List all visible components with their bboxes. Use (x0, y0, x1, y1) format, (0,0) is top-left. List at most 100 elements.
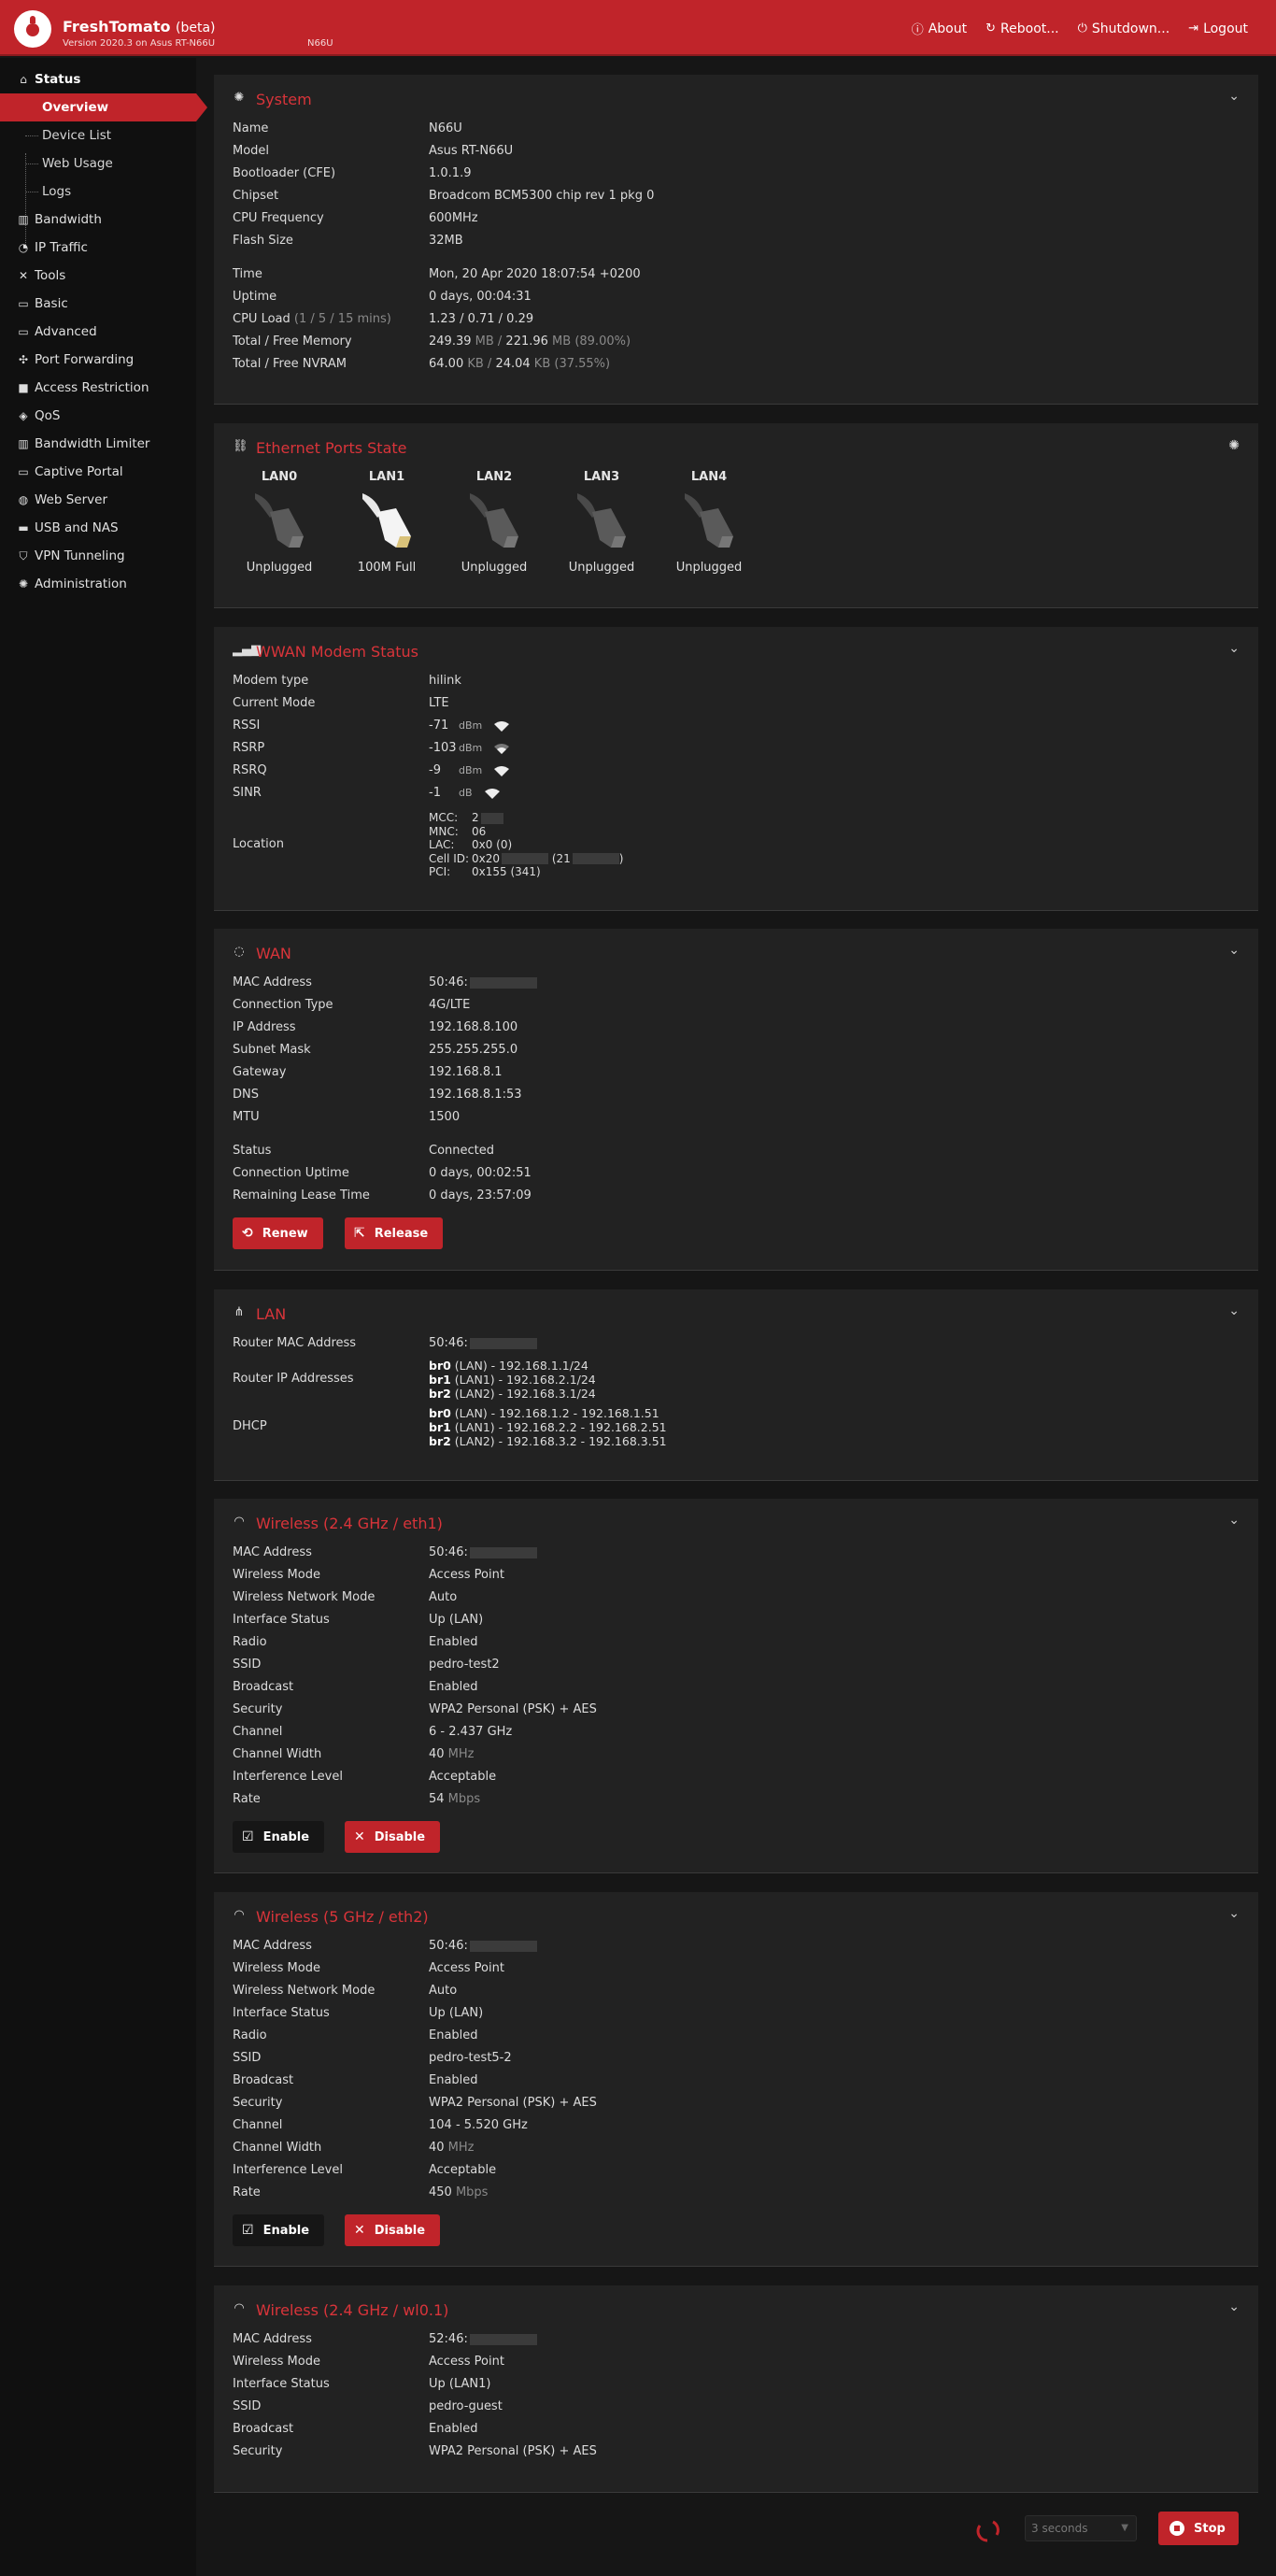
row-label: Subnet Mask (233, 1043, 311, 1057)
row-label: Status (233, 1144, 272, 1158)
refresh-interval-select[interactable]: 3 seconds ▼ (1025, 2515, 1137, 2541)
row-value: Up (LAN) (429, 1613, 484, 1627)
row-label: Interface Status (233, 2006, 330, 2020)
section-header[interactable]: ▂▄▆ WWAN Modem Status ⌄ (214, 627, 1258, 674)
nav-port-forwarding[interactable]: ✣ Port Forwarding (0, 346, 196, 374)
section-header[interactable]: ◠ Wireless (2.4 GHz / wl0.1) ⌄ (214, 2285, 1258, 2332)
port-label: LAN1 (368, 470, 405, 484)
globe-icon: ◌ (234, 945, 245, 959)
wireless-5-section: ◠ Wireless (5 GHz / eth2) ⌄ MAC Address 5… (214, 1892, 1258, 2267)
top-links: ⓘ About ↻ Reboot... ⏻ Shutdown... ⇥ Logout (911, 20, 1248, 38)
about-link[interactable]: ⓘ About (911, 20, 967, 38)
row-label: Name (233, 121, 269, 135)
logout-icon: ⇥ (1188, 21, 1199, 36)
section-header[interactable]: ◌ WAN ⌄ (214, 929, 1258, 975)
section-header[interactable]: ✺ System ⌄ (214, 75, 1258, 121)
chevron-down-icon[interactable]: ⌄ (1228, 1303, 1240, 1318)
info-row: MAC Address 50:46: (233, 1542, 1241, 1564)
nav-ip-traffic[interactable]: ◔ IP Traffic (0, 234, 196, 262)
wifi-icon: ◠ (234, 2301, 245, 2315)
link-icon: ⛓ (233, 439, 248, 453)
nav-vpn[interactable]: ⛉ VPN Tunneling (0, 542, 196, 570)
info-row: Interface Status Up (LAN) (233, 2002, 1241, 2025)
nav-bandwidth[interactable]: ▥ Bandwidth (0, 206, 196, 234)
nav-tools[interactable]: ✕ Tools (0, 262, 196, 290)
enable-button[interactable]: ☑ Enable (233, 1821, 325, 1853)
row-label: Broadcast (233, 1680, 294, 1694)
chevron-down-icon[interactable]: ⌄ (1228, 943, 1240, 958)
row-value: 192.168.8.1 (429, 1065, 503, 1079)
row-label: Security (233, 1702, 283, 1716)
reboot-link[interactable]: ↻ Reboot... (985, 20, 1058, 37)
nav-web-usage[interactable]: Web Usage (0, 149, 196, 178)
row-value: -9 dBm (429, 760, 510, 782)
bar-chart-icon: ▥ (18, 213, 29, 226)
row-label: Radio (233, 2028, 267, 2042)
nav-overview[interactable]: Overview (0, 93, 207, 121)
port-lan3: LAN3 Unplugged (549, 470, 654, 575)
section-header[interactable]: ◠ Wireless (5 GHz / eth2) ⌄ (214, 1892, 1258, 1939)
info-row: SSID pedro-guest (233, 2396, 1241, 2418)
nav-usb-nas[interactable]: ▬ USB and NAS (0, 514, 196, 542)
release-button[interactable]: ⇱ Release (345, 1217, 444, 1249)
renew-button[interactable]: ⟲ Renew (233, 1217, 323, 1249)
info-row: Interface Status Up (LAN) (233, 1609, 1241, 1631)
nav-bandwidth-limiter[interactable]: ▥ Bandwidth Limiter (0, 430, 196, 458)
chevron-down-icon[interactable]: ⌄ (1228, 2299, 1240, 2314)
shield-icon: ⛉ (19, 548, 28, 562)
nav-qos[interactable]: ◈ QoS (0, 402, 196, 430)
info-row: Channel Width 40 MHz (233, 1743, 1241, 1766)
info-row: MAC Address 52:46: (233, 2328, 1241, 2351)
chevron-down-icon[interactable]: ⌄ (1228, 1513, 1240, 1528)
row-value: 64.00 KB / 24.04 KB (37.55%) (429, 357, 611, 371)
shutdown-link[interactable]: ⏻ Shutdown... (1078, 20, 1170, 37)
router-ip-list: br0 (LAN) - 192.168.1.1/24 br1 (LAN1) - … (429, 1359, 596, 1401)
info-row: Connection Type 4G/LTE (233, 994, 1241, 1017)
ip-entry: br1 (LAN1) - 192.168.2.1/24 (429, 1373, 596, 1387)
nav-status[interactable]: ⌂ Status (0, 65, 196, 93)
nav-basic[interactable]: ▭ Basic (0, 290, 196, 318)
nav-captive-portal[interactable]: ▭ Captive Portal (0, 458, 196, 486)
drive-icon: ▭ (18, 465, 29, 478)
section-header[interactable]: ⋔ LAN ⌄ (214, 1289, 1258, 1336)
row-label: Remaining Lease Time (233, 1188, 370, 1203)
row-label: CPU Frequency (233, 211, 324, 225)
nav-web-server[interactable]: ◍ Web Server (0, 486, 196, 514)
chevron-down-icon[interactable]: ⌄ (1228, 641, 1240, 656)
row-value: 50:46: (429, 1332, 537, 1355)
enable-button[interactable]: ☑ Enable (233, 2214, 325, 2246)
disable-button[interactable]: ✕ Disable (345, 1821, 441, 1853)
section-header[interactable]: ◠ Wireless (2.4 GHz / eth1) ⌄ (214, 1499, 1258, 1545)
section-title: Wireless (2.4 GHz / wl0.1) (256, 2301, 449, 2319)
tomato-logo-icon[interactable] (14, 10, 51, 48)
nav-administration[interactable]: ✺ Administration (0, 570, 196, 598)
row-value: 54 Mbps (429, 1792, 481, 1806)
section-title: Wireless (5 GHz / eth2) (256, 1908, 429, 1926)
stop-icon (1170, 2521, 1184, 2536)
row-value: 0 days, 00:02:51 (429, 1166, 532, 1180)
checkbox-icon: ☑ (242, 2223, 254, 2238)
disable-button[interactable]: ✕ Disable (345, 2214, 441, 2246)
row-value: Acceptable (429, 2163, 497, 2177)
row-value: Auto (429, 1590, 458, 1604)
info-row: RSRQ -9 dBm (233, 760, 1241, 782)
row-value: 0 days, 23:57:09 (429, 1188, 532, 1203)
row-label: Wireless Network Mode (233, 1984, 376, 1998)
chevron-down-icon[interactable]: ⌄ (1228, 1906, 1240, 1921)
info-row: Current Mode LTE (233, 692, 1241, 715)
row-value: -1 dB (429, 782, 501, 804)
stop-button[interactable]: Stop (1158, 2512, 1239, 2545)
row-value: Enabled (429, 1680, 478, 1694)
info-row: Wireless Mode Access Point (233, 1564, 1241, 1587)
nav-device-list[interactable]: Device List (0, 121, 196, 149)
info-row: Subnet Mask 255.255.255.0 (233, 1039, 1241, 1061)
info-icon: ⓘ (911, 23, 924, 37)
nav-advanced[interactable]: ▭ Advanced (0, 318, 196, 346)
nav-access-restriction[interactable]: ■ Access Restriction (0, 374, 196, 402)
gear-icon[interactable]: ✺ (1228, 438, 1240, 453)
logout-link[interactable]: ⇥ Logout (1188, 20, 1248, 37)
nav-logs[interactable]: Logs (0, 178, 196, 206)
chevron-down-icon[interactable]: ⌄ (1228, 89, 1240, 104)
row-value: Access Point (429, 2355, 504, 2369)
info-row: Channel 6 - 2.437 GHz (233, 1721, 1241, 1743)
